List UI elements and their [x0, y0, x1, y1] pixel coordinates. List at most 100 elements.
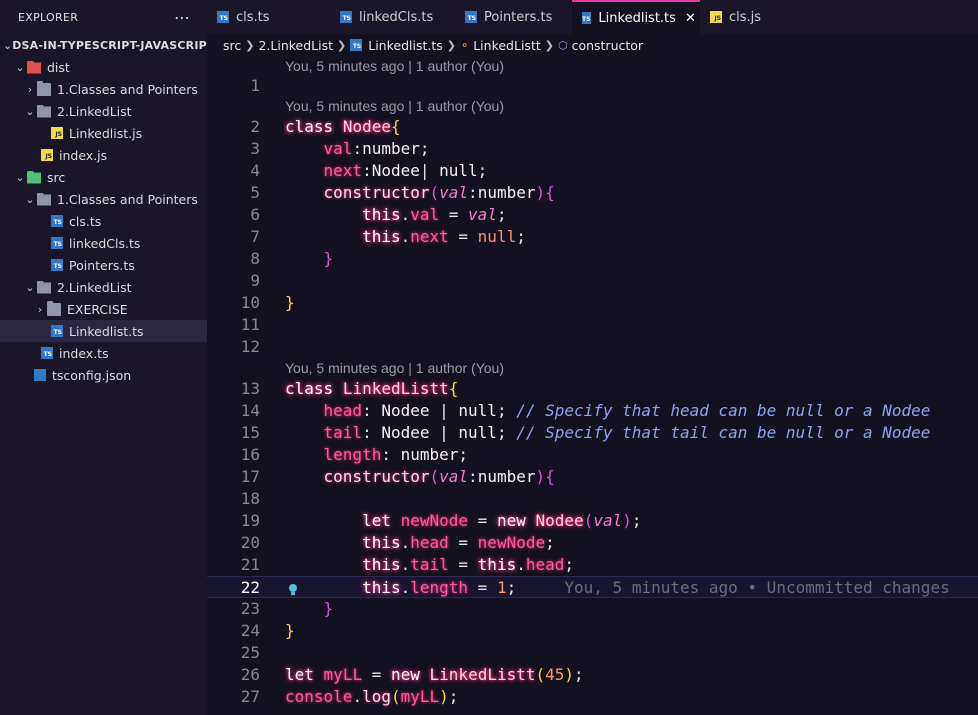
tab-cls-js[interactable]: JS cls.js — [700, 0, 810, 34]
code-line: 27 console.log(myLL); — [207, 686, 978, 708]
line-number: 17 — [240, 467, 260, 486]
breadcrumb-method[interactable]: constructor — [572, 38, 643, 53]
chevron-down-icon: ⌄ — [25, 280, 35, 294]
code-line: 19 let newNode = new Nodee(val); — [207, 510, 978, 532]
breadcrumb-file[interactable]: Linkedlist.ts — [368, 38, 443, 53]
code-line: 20 this.head = newNode; — [207, 532, 978, 554]
explorer-root[interactable]: ⌄ DSA-IN-TYPESCRIPT-JAVASCRIPT — [0, 34, 207, 56]
tree-item-src-classes[interactable]: ⌄ 1.Classes and Pointers — [0, 188, 207, 210]
code-line: 2 class Nodee{ — [207, 116, 978, 138]
codelens-blame[interactable]: You, 5 minutes ago | 1 author (You) — [285, 358, 504, 378]
code-line: 16 length: number; — [207, 444, 978, 466]
chevron-right-icon: ❯ — [337, 38, 347, 52]
folder-icon — [47, 300, 61, 316]
class-symbol-icon: ⚬ — [460, 38, 470, 52]
ts-file-icon: TS — [465, 11, 477, 23]
line-number: 14 — [240, 401, 260, 420]
line-number: 4 — [250, 161, 260, 180]
code-line: 5 constructor(val:number){ — [207, 182, 978, 204]
tree-item-label: src — [47, 169, 66, 185]
line-number: 2 — [250, 117, 260, 136]
code-line: 4 next:Nodee| null; — [207, 160, 978, 182]
code-comment: // Specify that head can be null or a No… — [516, 401, 931, 420]
tab-label: linkedCls.ts — [359, 9, 434, 25]
code-text: next:Nodee| null; — [323, 161, 488, 180]
js-file-icon: JS — [710, 11, 722, 23]
tree-item-label: linkedCls.ts — [69, 235, 141, 251]
line-number: 3 — [250, 139, 260, 158]
line-number: 15 — [240, 423, 260, 442]
src-folder-icon — [27, 170, 41, 184]
code-line: 14 head: Nodee | null; // Specify that h… — [207, 400, 978, 422]
code-line: 17 constructor(val:number){ — [207, 466, 978, 488]
code-text: let myLL = new LinkedListt(45); — [285, 665, 584, 684]
code-editor[interactable]: You, 5 minutes ago | 1 author (You) 1 Yo… — [207, 56, 978, 715]
chevron-down-icon: ⌄ — [25, 104, 35, 118]
tab-linkedcls-ts[interactable]: TS linkedCls.ts — [330, 0, 455, 34]
breadcrumb-folder[interactable]: 2.LinkedList — [258, 38, 333, 53]
close-tab-icon[interactable]: ✕ — [685, 11, 696, 26]
code-text: } — [323, 599, 334, 618]
ts-file-icon: TS — [51, 237, 63, 249]
tree-item-tsconfig[interactable]: tsconfig.json — [0, 364, 207, 386]
tree-item-src-linkedlist[interactable]: ⌄ 2.LinkedList — [0, 276, 207, 298]
js-file-icon: JS — [41, 149, 53, 161]
dist-folder-icon — [27, 60, 41, 74]
js-file-icon: JS — [51, 127, 63, 139]
code-line: 18 — [207, 488, 978, 510]
line-number: 20 — [240, 533, 260, 552]
chevron-down-icon: ⌄ — [15, 170, 25, 184]
codelens-blame[interactable]: You, 5 minutes ago | 1 author (You) — [285, 96, 504, 116]
code-line: 6 this.val = val; — [207, 204, 978, 226]
chevron-right-icon: ❯ — [544, 38, 554, 52]
chevron-right-icon: ❯ — [446, 38, 456, 52]
tab-linkedlist-ts[interactable]: TS Linkedlist.ts ✕ — [572, 0, 700, 34]
line-number: 11 — [240, 315, 260, 334]
ts-file-icon: TS — [340, 11, 352, 23]
tree-item-label: Linkedlist.js — [69, 125, 143, 141]
code-line-current: 22 this.length = 1; You, 5 minutes ago •… — [207, 576, 978, 598]
editor-tabs: TS cls.ts TS linkedCls.ts TS Pointers.ts… — [207, 0, 978, 34]
more-actions-icon[interactable]: ⋯ — [174, 8, 191, 27]
tree-item-src[interactable]: ⌄ src — [0, 166, 207, 188]
chevron-right-icon: › — [37, 302, 43, 316]
tree-item-linkedcls-ts[interactable]: TS linkedCls.ts — [0, 232, 207, 254]
code-text: constructor(val:number){ — [323, 183, 555, 202]
tree-item-label: dist — [47, 59, 70, 75]
code-line: 15 tail: Nodee | null; // Specify that t… — [207, 422, 978, 444]
code-text: console.log(myLL); — [285, 687, 459, 706]
tree-item-cls-ts[interactable]: TS cls.ts — [0, 210, 207, 232]
tree-item-linkedlist-js[interactable]: JS Linkedlist.js — [0, 122, 207, 144]
code-text: tail: Nodee | null; // Specify that tail… — [323, 423, 931, 442]
tree-item-dist-classes[interactable]: › 1.Classes and Pointers — [0, 78, 207, 100]
code-line: 9 — [207, 270, 978, 292]
tree-item-label: 1.Classes and Pointers — [57, 81, 198, 97]
chevron-right-icon: › — [27, 82, 33, 96]
codelens-blame[interactable]: You, 5 minutes ago | 1 author (You) — [285, 56, 504, 76]
tree-item-index-ts[interactable]: TS index.ts — [0, 342, 207, 364]
code-text: this.val = val; — [362, 205, 507, 224]
code-text: } — [285, 293, 295, 312]
code-text: constructor(val:number){ — [323, 467, 555, 486]
breadcrumb-class[interactable]: LinkedListt — [473, 38, 541, 53]
tsconfig-file-icon — [34, 369, 46, 381]
tree-item-dist[interactable]: ⌄ dist — [0, 56, 207, 78]
tree-item-label: Pointers.ts — [69, 257, 135, 273]
tab-cls-ts[interactable]: TS cls.ts — [207, 0, 330, 34]
tab-pointers-ts[interactable]: TS Pointers.ts — [455, 0, 572, 34]
ts-file-icon: TS — [350, 39, 363, 51]
line-number: 5 — [250, 183, 260, 202]
tree-item-label: cls.ts — [69, 213, 102, 229]
tree-item-dist-linkedlist[interactable]: ⌄ 2.LinkedList — [0, 100, 207, 122]
line-number: 23 — [240, 599, 260, 618]
code-line: 8 } — [207, 248, 978, 270]
tree-item-pointers-ts[interactable]: TS Pointers.ts — [0, 254, 207, 276]
code-line: 25 — [207, 642, 978, 664]
breadcrumb-src[interactable]: src — [223, 38, 241, 53]
code-text: class Nodee{ — [285, 117, 401, 136]
tree-item-linkedlist-ts[interactable]: TS Linkedlist.ts — [0, 320, 207, 342]
tree-item-index-js[interactable]: JS index.js — [0, 144, 207, 166]
tree-item-exercise[interactable]: › EXERCISE — [0, 298, 207, 320]
tab-label: Linkedlist.ts — [598, 10, 676, 26]
ts-file-icon: TS — [51, 215, 63, 227]
